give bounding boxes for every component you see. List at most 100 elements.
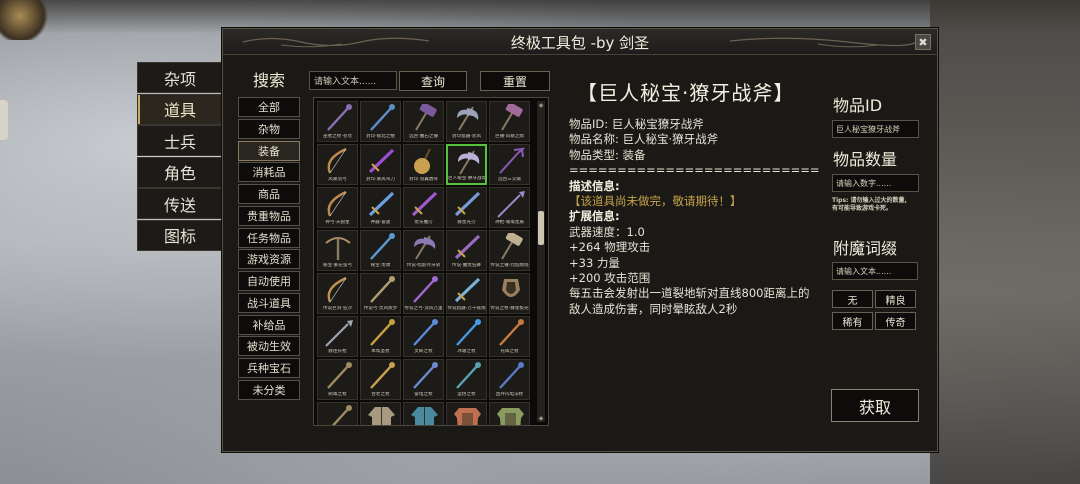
- item-slot[interactable]: 神器·雷霆: [360, 187, 401, 228]
- detail-title: 【巨人秘宝·獠牙战斧】: [577, 81, 795, 105]
- category-tab[interactable]: 杂项: [137, 62, 223, 93]
- subcategory-item[interactable]: 未分类: [238, 379, 300, 400]
- subcategory-item[interactable]: 自动使用: [238, 271, 300, 291]
- item-slot[interactable]: 龙牙魔刃: [403, 187, 444, 228]
- sword-icon: [368, 191, 395, 217]
- item-slot[interactable]: 风暴羽弓: [317, 144, 358, 185]
- detail-line: 扩展信息:: [569, 209, 620, 224]
- item-slot[interactable]: 远古·魔石之锤: [403, 101, 444, 142]
- item-slot[interactable]: 冰霜之杖: [446, 316, 487, 357]
- staff-icon: [331, 405, 352, 425]
- sword-icon: [454, 234, 481, 260]
- item-slot[interactable]: 远古三叉戟: [489, 144, 530, 185]
- subcategory-item[interactable]: 消耗品: [238, 162, 300, 183]
- item-slot[interactable]: [403, 402, 444, 425]
- item-slot[interactable]: [489, 402, 530, 425]
- sword-icon: [454, 191, 481, 217]
- category-tab[interactable]: 道具: [137, 93, 223, 125]
- reset-button[interactable]: 重置: [480, 71, 550, 91]
- subcategory-item[interactable]: 兵种宝石: [238, 358, 300, 378]
- subcategory-item[interactable]: 战斗道具: [238, 292, 300, 313]
- enchant-none-button[interactable]: 无: [832, 290, 873, 308]
- item-slot[interactable]: 传说·魔龙狂舞: [446, 230, 487, 271]
- item-slot[interactable]: 巫者之杖·苍穹: [317, 101, 358, 142]
- item-slot[interactable]: 神枪·璀璨星辰: [489, 187, 530, 228]
- enchant-fine-button[interactable]: 精良: [875, 290, 916, 308]
- item-grid-scrollbar[interactable]: ◆ ◆: [537, 101, 545, 422]
- item-slot[interactable]: 运悟之杖: [446, 359, 487, 400]
- item-slot[interactable]: 封印·暴风弯刀: [360, 144, 401, 185]
- subcategory-item[interactable]: 补给品: [238, 314, 300, 335]
- quantity-tips: Tips: 请勿输入过大的数量, 有可能导致游戏卡死。: [832, 197, 932, 213]
- window-title: 终极工具包 -by 剑圣: [510, 33, 650, 52]
- category-tabs: 杂项 道具 士兵 角色 传送 图标: [137, 62, 223, 252]
- item-caption: 传说弓·灵风疾步: [363, 306, 398, 311]
- item-slot[interactable]: 传说之杖·群星极光: [489, 273, 530, 314]
- quantity-input[interactable]: 请输入数字......: [832, 174, 919, 192]
- search-input[interactable]: 请输入文本......: [309, 71, 397, 90]
- category-tab[interactable]: 图标: [137, 219, 223, 251]
- enchant-input[interactable]: 请输入文本......: [832, 262, 918, 280]
- scroll-thumb[interactable]: [538, 211, 544, 245]
- category-tab[interactable]: 传送: [137, 188, 223, 220]
- scroll-up-icon[interactable]: ◆: [537, 101, 545, 109]
- subcategory-item[interactable]: 被动生效: [238, 336, 300, 357]
- subcategory-item[interactable]: 全部: [238, 97, 300, 117]
- item-caption: 冰霜之杖: [457, 349, 476, 354]
- subcategory-item[interactable]: 杂物: [238, 118, 300, 139]
- item-id-field[interactable]: 巨人秘宝獠牙战斧: [832, 120, 919, 138]
- item-id-label: 物品ID: [833, 96, 883, 115]
- robe-icon: [368, 407, 395, 425]
- item-slot[interactable]: 古老之杖: [360, 359, 401, 400]
- subcategory-item[interactable]: 游戏资源: [238, 249, 300, 270]
- item-slot[interactable]: 直坪闪电法杖: [489, 359, 530, 400]
- item-slot[interactable]: 传说巨剑·狂沙: [317, 273, 358, 314]
- item-slot-selected[interactable]: 巨人秘宝·獠牙战斧: [446, 144, 487, 185]
- item-slot[interactable]: 传说之弓·流风万里: [403, 273, 444, 314]
- subcategory-item[interactable]: 贵重物品: [238, 205, 300, 226]
- item-slot[interactable]: 群星光刃: [446, 187, 487, 228]
- enchant-rare-button[interactable]: 稀有: [832, 312, 873, 330]
- close-button[interactable]: ✖: [915, 34, 931, 50]
- category-tab[interactable]: 角色: [137, 156, 223, 188]
- armor-icon: [497, 408, 524, 425]
- item-slot[interactable]: [446, 402, 487, 425]
- query-button[interactable]: 查询: [399, 71, 467, 91]
- item-caption: 传说·魔龙狂舞: [451, 263, 482, 268]
- item-slot[interactable]: 封印猎器·赤风: [446, 101, 487, 142]
- item-caption: 龙牙魔刃: [414, 220, 433, 225]
- title-bar[interactable]: 终极工具包 -by 剑圣 ✖: [223, 29, 937, 55]
- close-icon: ✖: [918, 35, 928, 49]
- category-tab[interactable]: 士兵: [137, 125, 223, 157]
- bow-icon: [327, 190, 347, 217]
- item-slot[interactable]: 秘宝·繁花弦弓: [317, 230, 358, 271]
- scroll-down-icon[interactable]: ◆: [537, 414, 545, 422]
- item-slot[interactable]: 传说弓·灵风疾步: [360, 273, 401, 314]
- subcategory-item[interactable]: 任务物品: [238, 227, 300, 248]
- item-slot[interactable]: 光辉之杖: [489, 316, 530, 357]
- item-slot[interactable]: 封印·羽翼盾琴: [403, 144, 444, 185]
- item-slot[interactable]: 赫连长枪: [317, 316, 358, 357]
- detail-line: 每五击会发射出一道裂地斩对直线800距离上的敌人造成伤害，同时晕眩敌人2秒: [569, 286, 810, 316]
- item-slot[interactable]: 传说猎器·万千夜雨: [446, 273, 487, 314]
- item-caption: 秘宝·龙啸: [370, 263, 391, 268]
- subcategory-item[interactable]: 装备: [238, 140, 300, 161]
- item-slot[interactable]: 雷电之杖: [403, 359, 444, 400]
- item-slot[interactable]: 本帮圣杖: [360, 316, 401, 357]
- subcategory-item[interactable]: 商品: [238, 184, 300, 204]
- trident-icon: [499, 147, 525, 174]
- item-slot[interactable]: 刷毒之杖: [317, 359, 358, 400]
- enchant-legendary-button[interactable]: 传奇: [875, 312, 916, 330]
- item-slot[interactable]: 秘宝·龙啸: [360, 230, 401, 271]
- item-caption: 封印·暴风弯刀: [365, 177, 396, 182]
- item-slot[interactable]: 巨锤·风暴之雨: [489, 101, 530, 142]
- item-slot[interactable]: 传说·暗影月牙斩: [403, 230, 444, 271]
- item-slot[interactable]: 封印·极北之棍: [360, 101, 401, 142]
- item-caption: 风暴羽弓: [328, 177, 347, 182]
- item-slot[interactable]: 神弓·天狼星: [317, 187, 358, 228]
- item-slot[interactable]: [360, 402, 401, 425]
- item-slot[interactable]: [317, 402, 358, 425]
- item-slot[interactable]: 灵眸之杖: [403, 316, 444, 357]
- item-slot[interactable]: 传说之锤·烈焰燃烧: [489, 230, 530, 271]
- get-item-button[interactable]: 获取: [831, 389, 919, 422]
